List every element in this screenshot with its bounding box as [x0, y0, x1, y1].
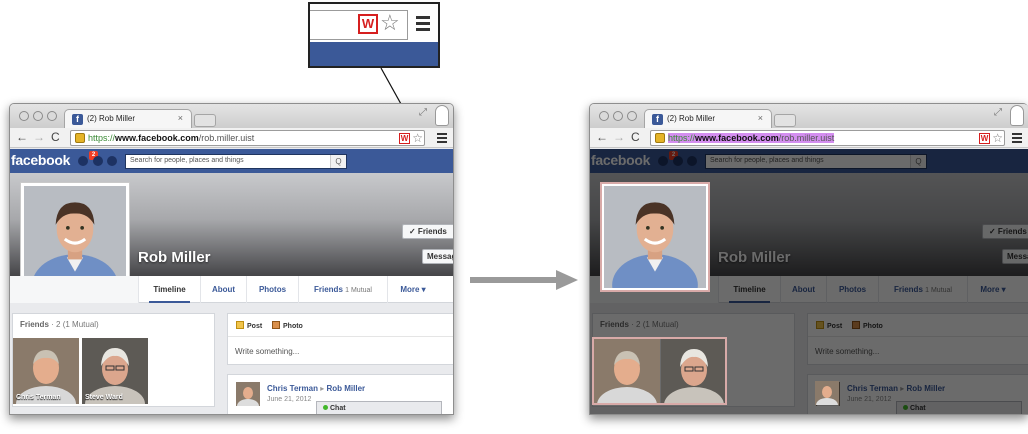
lock-icon: [655, 133, 665, 143]
reload-icon[interactable]: C: [51, 130, 60, 144]
tab-about[interactable]: About: [200, 276, 246, 303]
tab-more[interactable]: More ▾: [387, 276, 438, 303]
story-date[interactable]: June 21, 2012: [267, 396, 311, 403]
forward-icon[interactable]: →: [33, 130, 45, 144]
friend-tile[interactable]: Steve Ward: [82, 338, 148, 404]
friends-box-title[interactable]: Friends · 2 (1 Mutual): [20, 320, 99, 329]
friend-name[interactable]: Chris Terman: [16, 394, 61, 401]
minimize-window-icon[interactable]: [613, 111, 623, 121]
zoomed-star-icon: ☆: [380, 10, 400, 35]
back-icon[interactable]: ←: [16, 130, 28, 144]
friends-highlight-border: [592, 337, 727, 405]
globe-icon[interactable]: [107, 156, 117, 166]
zoom-window-icon[interactable]: [47, 111, 57, 121]
search-placeholder: Search for people, places and things: [130, 157, 244, 164]
profile-avatar-icon[interactable]: [435, 105, 449, 126]
forward-icon[interactable]: →: [613, 130, 625, 144]
chrome-menu-icon[interactable]: [437, 133, 447, 145]
photo-icon: [272, 321, 280, 329]
tab-title: (2) Rob Miller: [667, 114, 716, 123]
post-icon: [236, 321, 244, 329]
zoomed-facebook-bar: [310, 42, 438, 66]
close-window-icon[interactable]: [19, 111, 29, 121]
post-button[interactable]: Post: [236, 321, 262, 330]
new-tab-button[interactable]: [194, 114, 216, 127]
minimize-window-icon[interactable]: [33, 111, 43, 121]
facebook-top-bar: facebook 2 Search for people, places and…: [10, 149, 453, 173]
tab-close-icon[interactable]: ×: [758, 113, 763, 123]
friends-button[interactable]: ✓ Friends: [402, 224, 453, 239]
stage: W ☆ f (2) Rob Miller × ⤢ ← → C https://w…: [0, 0, 1028, 434]
tab-timeline[interactable]: Timeline: [138, 276, 200, 303]
friend-name[interactable]: Steve Ward: [85, 394, 123, 401]
browser-tab[interactable]: f (2) Rob Miller ×: [644, 109, 772, 129]
tab-close-icon[interactable]: ×: [178, 113, 183, 123]
story-avatar-photo: [815, 381, 839, 405]
fullscreen-icon[interactable]: ⤢: [419, 107, 427, 118]
write-something-input[interactable]: Write something...: [235, 347, 299, 356]
zoomed-chrome-menu-icon: [416, 16, 430, 34]
story-avatar-photo: [236, 382, 260, 406]
messages-icon[interactable]: [93, 156, 103, 166]
browser-toolbar: ← → C https://www.facebook.com/rob.mille…: [10, 128, 453, 148]
status-composer: Post Photo Write something...: [227, 313, 453, 365]
url-text-selected[interactable]: https://www.facebook.com/rob.miller.uist: [668, 133, 835, 143]
browser-toolbar: ← → C https://www.facebook.com/rob.mille…: [590, 128, 1028, 148]
browser-window-before: f (2) Rob Miller × ⤢ ← → C https://www.f…: [9, 103, 454, 415]
story-actor-link[interactable]: Chris Terman: [267, 384, 318, 393]
fullscreen-icon[interactable]: ⤢: [994, 107, 1002, 118]
lock-icon: [75, 133, 85, 143]
search-icon[interactable]: Q: [330, 155, 346, 168]
message-button[interactable]: Message: [422, 249, 453, 264]
titlebar: f (2) Rob Miller × ⤢: [590, 104, 1028, 129]
new-tab-button[interactable]: [774, 114, 796, 127]
address-bar[interactable]: https://www.facebook.com/rob.miller.uist…: [650, 130, 1005, 146]
arrow-icon: [470, 270, 578, 290]
chat-bar[interactable]: Chat: [316, 401, 442, 414]
friends-box: Friends · 2 (1 Mutual) Chris Terman Stev…: [12, 313, 215, 407]
story-headline: Chris Terman ▸ Rob Miller: [267, 384, 366, 393]
online-dot-icon: [323, 405, 328, 410]
zoomed-extension-icon: W: [358, 14, 378, 34]
tab-title: (2) Rob Miller: [87, 114, 136, 123]
zoom-window-icon[interactable]: [627, 111, 637, 121]
titlebar: f (2) Rob Miller × ⤢: [10, 104, 453, 129]
photo-button[interactable]: Photo: [272, 321, 303, 330]
facebook-favicon: f: [72, 114, 83, 125]
close-window-icon[interactable]: [599, 111, 609, 121]
toolbar-zoom-callout: W ☆: [308, 2, 440, 68]
friend-tile[interactable]: Chris Terman: [13, 338, 79, 404]
facebook-favicon: f: [652, 114, 663, 125]
tab-friends[interactable]: Friends 1 Mutual: [298, 276, 387, 303]
reload-icon[interactable]: C: [631, 130, 640, 144]
story-avatar-highlighted[interactable]: [815, 381, 839, 405]
profile-portrait: [24, 186, 126, 288]
tabstrip-lead: [10, 276, 138, 303]
story-target-link[interactable]: Rob Miller: [326, 384, 365, 393]
profile-picture-highlight-border: [600, 182, 710, 292]
facebook-search-input[interactable]: Search for people, places and things Q: [125, 154, 347, 169]
back-icon[interactable]: ←: [596, 130, 608, 144]
chrome-menu-icon[interactable]: [1012, 133, 1022, 145]
profile-name: Rob Miller: [138, 249, 211, 266]
bookmark-star-icon[interactable]: ☆: [992, 131, 1003, 145]
extension-w-icon[interactable]: W: [399, 133, 410, 144]
facebook-logo[interactable]: facebook: [11, 152, 70, 168]
friend-requests-icon[interactable]: [78, 156, 88, 166]
composer-actions: Post Photo: [228, 314, 453, 337]
tab-photos[interactable]: Photos: [246, 276, 298, 303]
extension-w-icon[interactable]: W: [979, 133, 990, 144]
profile-avatar-icon[interactable]: [1010, 105, 1024, 126]
story-avatar[interactable]: [236, 382, 260, 406]
url-text[interactable]: https://www.facebook.com/rob.miller.uist: [88, 133, 254, 143]
bookmark-star-icon[interactable]: ☆: [412, 131, 423, 145]
address-bar[interactable]: https://www.facebook.com/rob.miller.uist…: [70, 130, 425, 146]
profile-tabs: Timeline About Photos Friends 1 Mutual M…: [10, 276, 453, 303]
browser-tab[interactable]: f (2) Rob Miller ×: [64, 109, 192, 129]
browser-window-after: f (2) Rob Miller × ⤢ ← → C https://www.f…: [589, 103, 1028, 415]
